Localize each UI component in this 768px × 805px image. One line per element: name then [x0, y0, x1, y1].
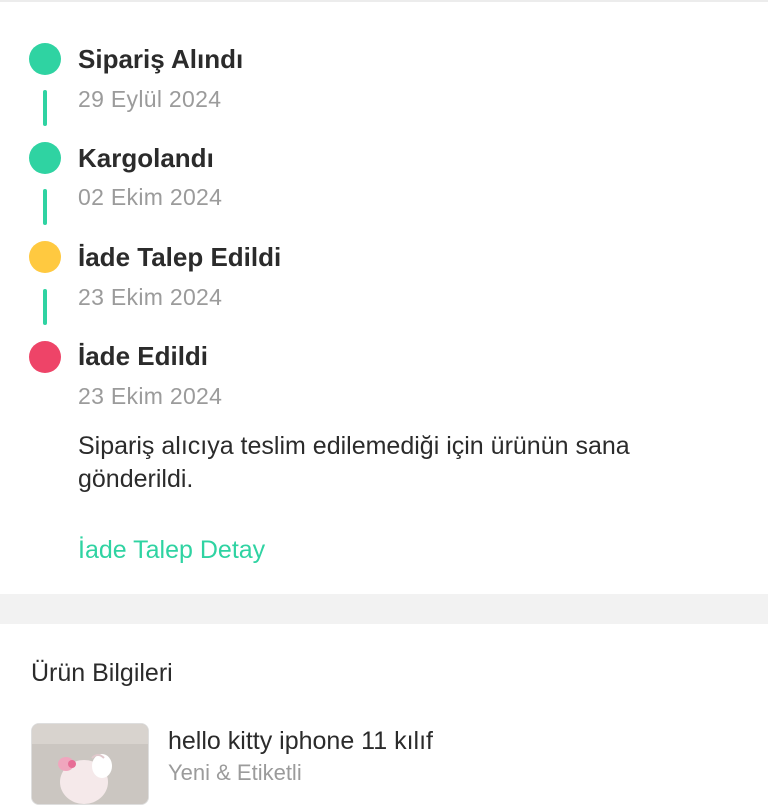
status-dot-green-icon [29, 142, 61, 174]
timeline-connector [43, 189, 47, 225]
step-date: 02 Ekim 2024 [78, 184, 223, 210]
return-note: Sipariş alıcıya teslim edilemediği için … [78, 432, 630, 493]
step-title: İade Edildi [78, 341, 209, 371]
product-info-heading: Ürün Bilgileri [31, 659, 173, 687]
timeline-connector [43, 90, 47, 126]
product-thumbnail[interactable] [31, 723, 149, 805]
product-condition: Yeni & Etiketli [168, 760, 302, 785]
status-dot-green-icon [29, 43, 61, 75]
order-status-timeline: Sipariş Alındı 29 Eylül 2024 Kargolandı … [0, 0, 768, 594]
step-title: Sipariş Alındı [78, 44, 244, 74]
timeline-connector [43, 289, 47, 325]
step-date: 23 Ekim 2024 [78, 383, 223, 409]
status-dot-red-icon [29, 341, 61, 373]
hello-kitty-case-image-icon [32, 724, 148, 804]
step-title: Kargolandı [78, 143, 214, 173]
product-name[interactable]: hello kitty iphone 11 kılıf [168, 726, 433, 756]
status-dot-yellow-icon [29, 241, 61, 273]
return-request-detail-link[interactable]: İade Talep Detay [78, 535, 265, 565]
step-date: 23 Ekim 2024 [78, 284, 223, 310]
step-date: 29 Eylül 2024 [78, 86, 222, 112]
step-title: İade Talep Edildi [78, 242, 282, 272]
section-separator [0, 594, 768, 624]
product-item[interactable]: hello kitty iphone 11 kılıf Yeni & Etike… [0, 712, 768, 805]
